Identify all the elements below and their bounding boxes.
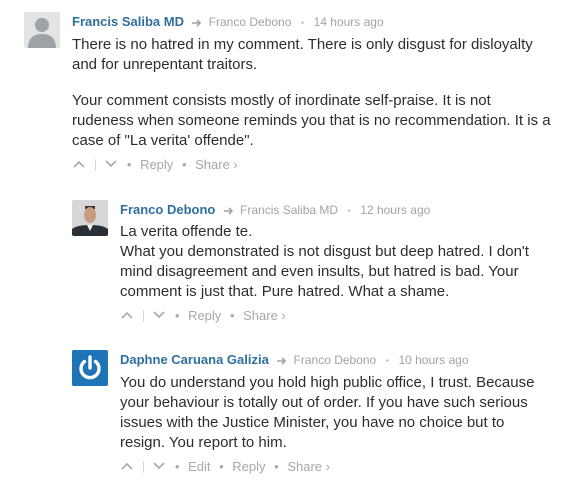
timestamp[interactable]: 12 hours ago	[360, 203, 430, 217]
reply-arrow-icon	[277, 357, 287, 365]
reply-arrow-icon	[223, 207, 233, 215]
meta-separator: •	[300, 18, 305, 29]
comment-body: You do understand you hold high public o…	[120, 373, 550, 453]
timestamp[interactable]: 14 hours ago	[314, 15, 384, 29]
avatar[interactable]	[24, 12, 60, 48]
comment-header: Franco Debono Francis Saliba MD • 12 hou…	[120, 202, 430, 220]
comment-body: La verita offende te. What you demonstra…	[120, 222, 550, 302]
meta-separator: •	[126, 156, 132, 172]
reply-to-link[interactable]: Franco Debono	[209, 15, 292, 29]
comment-paragraph: There is no hatred in my comment. There …	[72, 36, 533, 73]
author-name[interactable]: Francis Saliba MD	[72, 14, 184, 29]
chevron-down-icon	[153, 461, 165, 469]
comment-actions: • Reply • Share ›	[120, 307, 286, 324]
downvote-button[interactable]	[152, 308, 166, 324]
chevron-down-icon	[105, 159, 117, 167]
upvote-button[interactable]	[72, 157, 86, 173]
reply-to-link[interactable]: Franco Debono	[294, 353, 377, 367]
meta-separator: •	[385, 356, 390, 367]
chevron-down-icon	[153, 310, 165, 318]
avatar[interactable]	[72, 200, 108, 236]
divider	[142, 460, 144, 473]
meta-separator: •	[274, 458, 279, 474]
chevron-up-icon	[121, 462, 133, 470]
user-photo	[72, 200, 108, 236]
comment-paragraph: Your comment consists mostly of inordina…	[72, 92, 551, 149]
share-button[interactable]: Share ›	[287, 459, 330, 475]
divider	[142, 309, 144, 322]
comment-actions: • Edit • Reply • Share ›	[120, 458, 330, 475]
timestamp[interactable]: 10 hours ago	[398, 353, 468, 367]
default-avatar-icon	[24, 12, 60, 48]
reply-button[interactable]: Reply	[188, 308, 221, 324]
author-name[interactable]: Daphne Caruana Galizia	[120, 352, 269, 367]
meta-separator: •	[229, 307, 235, 323]
meta-separator: •	[219, 458, 224, 474]
comment-paragraph: You do understand you hold high public o…	[120, 374, 535, 451]
divider	[94, 158, 96, 171]
reply-button[interactable]: Reply	[232, 459, 265, 475]
upvote-button[interactable]	[120, 459, 134, 475]
meta-separator: •	[174, 307, 180, 323]
downvote-button[interactable]	[152, 459, 166, 475]
share-button[interactable]: Share ›	[243, 308, 286, 324]
upvote-button[interactable]	[120, 308, 134, 324]
share-button[interactable]: Share ›	[195, 157, 238, 173]
comment-actions: • Reply • Share ›	[72, 156, 238, 173]
edit-button[interactable]: Edit	[188, 459, 210, 475]
chevron-up-icon	[121, 311, 133, 319]
avatar[interactable]	[72, 350, 108, 386]
comment-line: What you demonstrated is not disgust but…	[120, 243, 529, 300]
chevron-up-icon	[73, 160, 85, 168]
meta-separator: •	[347, 206, 351, 217]
reply-button[interactable]: Reply	[140, 157, 173, 173]
comment-line: La verita offende te.	[120, 223, 253, 240]
comment-header: Daphne Caruana Galizia Franco Debono • 1…	[120, 352, 469, 370]
comment-body: There is no hatred in my comment. There …	[72, 35, 552, 151]
comment-header: Francis Saliba MD Franco Debono • 14 hou…	[72, 14, 384, 32]
reply-arrow-icon	[192, 19, 202, 27]
author-name[interactable]: Franco Debono	[120, 202, 215, 217]
power-logo-icon	[72, 350, 108, 386]
downvote-button[interactable]	[104, 157, 118, 173]
meta-separator: •	[181, 156, 187, 172]
meta-separator: •	[174, 458, 180, 474]
reply-to-link[interactable]: Francis Saliba MD	[240, 203, 338, 217]
